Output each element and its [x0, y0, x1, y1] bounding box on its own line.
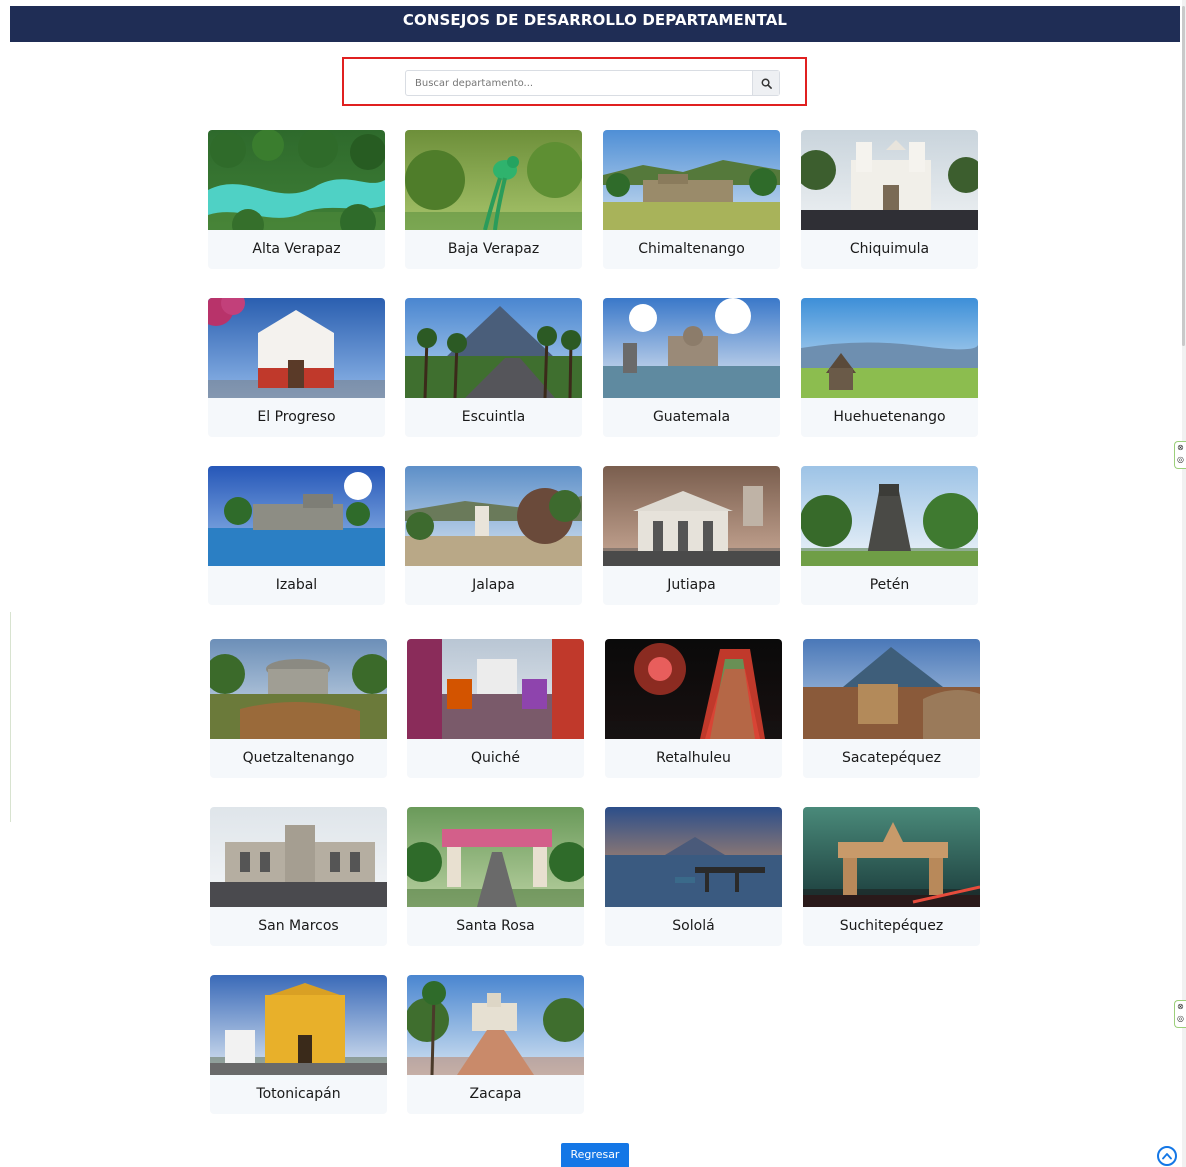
department-card[interactable]: Quetzaltenango: [210, 639, 387, 778]
search-bar: [405, 70, 780, 96]
department-card[interactable]: San Marcos: [210, 807, 387, 946]
department-card[interactable]: Zacapa: [407, 975, 584, 1114]
department-image[interactable]: [405, 466, 582, 566]
department-name: Baja Verapaz: [447, 241, 540, 257]
department-card[interactable]: Baja Verapaz: [405, 130, 582, 269]
page-title: CONSEJOS DE DESARROLLO DEPARTAMENTAL: [402, 11, 788, 29]
department-name: Quetzaltenango: [242, 750, 355, 766]
page-header: CONSEJOS DE DESARROLLO DEPARTAMENTAL: [10, 6, 1180, 42]
department-name: Petén: [869, 577, 910, 593]
department-image[interactable]: [210, 639, 387, 739]
back-button[interactable]: Regresar: [561, 1143, 629, 1167]
department-name: Sololá: [672, 918, 715, 934]
department-card[interactable]: Sacatepéquez: [803, 639, 980, 778]
department-name: Huehuetenango: [833, 409, 946, 425]
department-image[interactable]: [208, 466, 385, 566]
department-image[interactable]: [208, 130, 385, 230]
department-card[interactable]: Quiché: [407, 639, 584, 778]
chevron-up-icon: [1162, 1153, 1172, 1160]
department-image[interactable]: [407, 975, 584, 1075]
department-name: Guatemala: [652, 409, 731, 425]
search-input[interactable]: [406, 71, 752, 95]
search-button[interactable]: [752, 71, 779, 95]
department-card[interactable]: Jutiapa: [603, 466, 780, 605]
department-card[interactable]: Retalhuleu: [605, 639, 782, 778]
department-name: Zacapa: [469, 1086, 522, 1102]
department-image[interactable]: [801, 466, 978, 566]
back-to-top-button[interactable]: [1157, 1146, 1177, 1166]
department-image[interactable]: [210, 807, 387, 907]
department-card[interactable]: Suchitepéquez: [803, 807, 980, 946]
scrollbar-thumb[interactable]: [1182, 6, 1185, 346]
department-image[interactable]: [210, 975, 387, 1075]
department-card[interactable]: Escuintla: [405, 298, 582, 437]
department-image[interactable]: [405, 298, 582, 398]
page-edge-divider: [10, 612, 11, 822]
department-card[interactable]: Jalapa: [405, 466, 582, 605]
department-image[interactable]: [801, 298, 978, 398]
department-card[interactable]: Sololá: [605, 807, 782, 946]
department-name: Izabal: [275, 577, 318, 593]
department-image[interactable]: [605, 807, 782, 907]
department-name: Jalapa: [472, 577, 515, 593]
department-image[interactable]: [803, 639, 980, 739]
department-card[interactable]: Totonicapán: [210, 975, 387, 1114]
side-widget-bottom[interactable]: ⊗ ◎: [1174, 1000, 1186, 1028]
department-card[interactable]: Chiquimula: [801, 130, 978, 269]
department-name: Retalhuleu: [656, 750, 731, 766]
department-name: Chiquimula: [849, 241, 930, 257]
department-image[interactable]: [407, 807, 584, 907]
department-image[interactable]: [208, 298, 385, 398]
department-image[interactable]: [803, 807, 980, 907]
department-card[interactable]: Santa Rosa: [407, 807, 584, 946]
department-card[interactable]: El Progreso: [208, 298, 385, 437]
department-card[interactable]: Izabal: [208, 466, 385, 605]
department-name: Escuintla: [461, 409, 526, 425]
department-image[interactable]: [603, 130, 780, 230]
department-name: Santa Rosa: [456, 918, 535, 934]
department-card[interactable]: Chimaltenango: [603, 130, 780, 269]
department-name: Chimaltenango: [638, 241, 745, 257]
search-icon: [761, 78, 772, 89]
department-name: Totonicapán: [256, 1086, 341, 1102]
department-image[interactable]: [407, 639, 584, 739]
department-name: Suchitepéquez: [839, 918, 944, 934]
department-card[interactable]: Guatemala: [603, 298, 780, 437]
department-card[interactable]: Petén: [801, 466, 978, 605]
department-name: Alta Verapaz: [252, 241, 341, 257]
department-card[interactable]: Huehuetenango: [801, 298, 978, 437]
side-widget-top[interactable]: ⊗ ◎: [1174, 441, 1186, 469]
department-image[interactable]: [405, 130, 582, 230]
department-name: Sacatepéquez: [841, 750, 942, 766]
department-image[interactable]: [603, 298, 780, 398]
department-card[interactable]: Alta Verapaz: [208, 130, 385, 269]
department-name: Quiché: [471, 750, 520, 766]
department-name: San Marcos: [258, 918, 339, 934]
department-image[interactable]: [605, 639, 782, 739]
department-image[interactable]: [801, 130, 978, 230]
department-name: Jutiapa: [667, 577, 716, 593]
department-name: El Progreso: [257, 409, 336, 425]
department-image[interactable]: [603, 466, 780, 566]
